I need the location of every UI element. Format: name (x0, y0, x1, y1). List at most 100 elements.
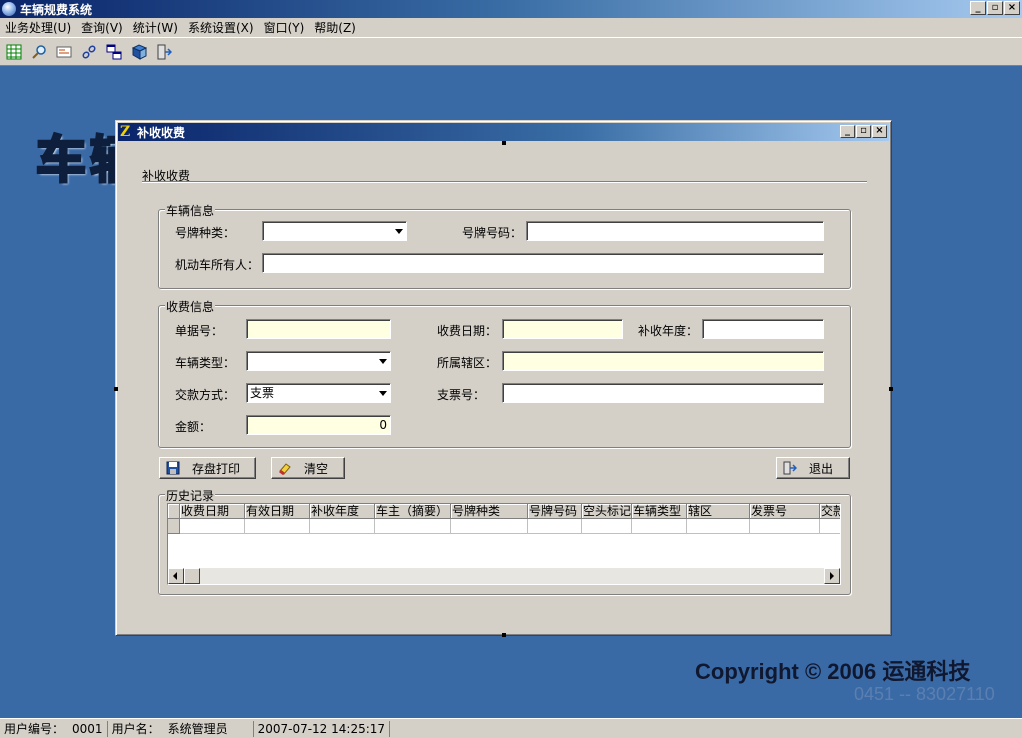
col-invoice-no[interactable]: 发票号 (750, 504, 820, 519)
vehicle-type-select[interactable] (246, 351, 391, 371)
restore-button[interactable]: ▫ (987, 1, 1003, 15)
close-button[interactable]: × (1004, 1, 1020, 15)
spreadsheet-icon[interactable] (5, 43, 23, 61)
receipt-no-label: 单据号： (175, 324, 224, 338)
dialog-titlebar: Z 补收收费 _ ▫ × (118, 123, 889, 141)
table-cell[interactable] (451, 519, 528, 534)
row-indicator (168, 519, 180, 534)
owner-label: 机动车所有人： (175, 258, 260, 272)
chevron-down-icon (395, 229, 403, 234)
col-valid-date[interactable]: 有效日期 (245, 504, 310, 519)
app-title: 车辆规费系统 (20, 2, 93, 17)
col-empty-flag[interactable]: 空头标记 (582, 504, 632, 519)
plate-number-label: 号牌号码： (462, 226, 523, 240)
district-label: 所属辖区： (437, 356, 498, 370)
menu-settings[interactable]: 系统设置(X) (183, 19, 259, 36)
table-cell[interactable] (632, 519, 687, 534)
fee-date-input[interactable] (502, 319, 623, 339)
receipt-no-input[interactable] (246, 319, 391, 339)
book-icon[interactable] (130, 43, 148, 61)
amount-input[interactable]: 0 (246, 415, 391, 435)
col-owner-summary[interactable]: 车主（摘要） (375, 504, 451, 519)
table-cell[interactable] (750, 519, 820, 534)
exit-button[interactable]: 退出 (776, 457, 850, 479)
chevron-down-icon (379, 391, 387, 396)
floppy-disk-icon (166, 461, 180, 475)
payment-method-label: 交款方式： (175, 388, 236, 402)
resize-handle[interactable] (502, 141, 506, 145)
link-icon[interactable] (80, 43, 98, 61)
district-input[interactable] (502, 351, 824, 371)
card-icon[interactable] (55, 43, 73, 61)
history-grid[interactable]: 收费日期 有效日期 补收年度 车主（摘要） 号牌种类 号牌号码 空头标记 车辆类… (167, 503, 841, 585)
fee-info-group: 收费信息 单据号： 收费日期： 补收年度： 车辆类型： 所属辖区： 交款方式： … (158, 298, 851, 448)
menu-window[interactable]: 窗口(Y) (259, 19, 310, 36)
table-cell[interactable] (687, 519, 750, 534)
dialog-title: 补收收费 (137, 125, 186, 140)
plate-type-select[interactable] (262, 221, 407, 241)
app-titlebar: 车辆规费系统 _ ▫ × (0, 0, 1022, 18)
table-cell[interactable] (245, 519, 310, 534)
resize-handle[interactable] (114, 387, 118, 391)
menu-statistics[interactable]: 统计(W) (128, 19, 183, 36)
supp-year-input[interactable] (702, 319, 824, 339)
supp-year-label: 补收年度： (638, 324, 699, 338)
col-vehicle-type[interactable]: 车辆类型 (632, 504, 687, 519)
table-cell[interactable] (528, 519, 582, 534)
col-supp-year[interactable]: 补收年度 (310, 504, 375, 519)
plate-number-input[interactable] (526, 221, 824, 241)
table-cell[interactable] (820, 519, 840, 534)
table-row[interactable] (168, 519, 840, 534)
scroll-left-button[interactable] (168, 568, 184, 584)
search-icon[interactable] (30, 43, 48, 61)
check-no-input[interactable] (502, 383, 824, 403)
owner-input[interactable] (262, 253, 824, 273)
status-bar: 用户编号： 0001 用户名： 系统管理员 2007-07-12 14:25:1… (0, 718, 1022, 738)
save-print-label: 存盘打印 (192, 461, 241, 476)
exit-label: 退出 (809, 461, 834, 476)
vehicle-type-label: 车辆类型： (175, 356, 236, 370)
app-window-controls: _ ▫ × (970, 1, 1020, 15)
check-no-label: 支票号： (437, 388, 486, 402)
table-cell[interactable] (310, 519, 375, 534)
menu-query[interactable]: 查询(V) (76, 19, 128, 36)
scroll-right-button[interactable] (824, 568, 840, 584)
status-user-id-label: 用户编号： (4, 721, 65, 736)
dialog-logo-icon: Z (120, 124, 131, 140)
col-plate-number[interactable]: 号牌号码 (528, 504, 582, 519)
col-plate-type[interactable]: 号牌种类 (451, 504, 528, 519)
payment-method-select[interactable]: 支票 (246, 383, 391, 403)
scroll-thumb[interactable] (184, 568, 200, 584)
windows-icon[interactable] (105, 43, 123, 61)
fee-info-legend: 收费信息 (165, 298, 216, 315)
menu-business[interactable]: 业务处理(U) (0, 19, 76, 36)
status-user-name: 系统管理员 (164, 720, 254, 737)
vehicle-info-legend: 车辆信息 (165, 202, 216, 219)
table-cell[interactable] (582, 519, 632, 534)
col-district[interactable]: 辖区 (687, 504, 750, 519)
history-legend: 历史记录 (165, 487, 216, 504)
menu-help[interactable]: 帮助(Z) (309, 19, 361, 36)
eraser-icon (278, 461, 292, 476)
clear-button[interactable]: 清空 (271, 457, 345, 479)
exit-icon[interactable] (155, 43, 173, 61)
fee-date-label: 收费日期： (437, 324, 498, 338)
dialog-maximize-button[interactable]: ▫ (856, 125, 871, 138)
dialog-minimize-button[interactable]: _ (840, 125, 855, 138)
app-globe-icon (2, 2, 16, 16)
plate-type-label: 号牌种类： (175, 226, 236, 240)
col-fee-date[interactable]: 收费日期 (180, 504, 245, 519)
horizontal-scrollbar[interactable] (168, 568, 840, 584)
table-cell[interactable] (375, 519, 451, 534)
resize-handle[interactable] (889, 387, 893, 391)
table-cell[interactable] (180, 519, 245, 534)
resize-handle[interactable] (502, 633, 506, 637)
minimize-button[interactable]: _ (970, 1, 986, 15)
exit-door-icon (783, 461, 798, 475)
col-payment[interactable]: 交款 (820, 504, 840, 519)
save-print-button[interactable]: 存盘打印 (159, 457, 256, 479)
dialog-window-controls: _ ▫ × (840, 125, 887, 138)
arrow-left-icon (173, 572, 177, 580)
supplementary-fee-dialog: Z 补收收费 _ ▫ × 补收收费 车辆信息 号牌种类： 号牌号码： 机动车所有… (114, 120, 893, 637)
dialog-close-button[interactable]: × (872, 125, 887, 138)
